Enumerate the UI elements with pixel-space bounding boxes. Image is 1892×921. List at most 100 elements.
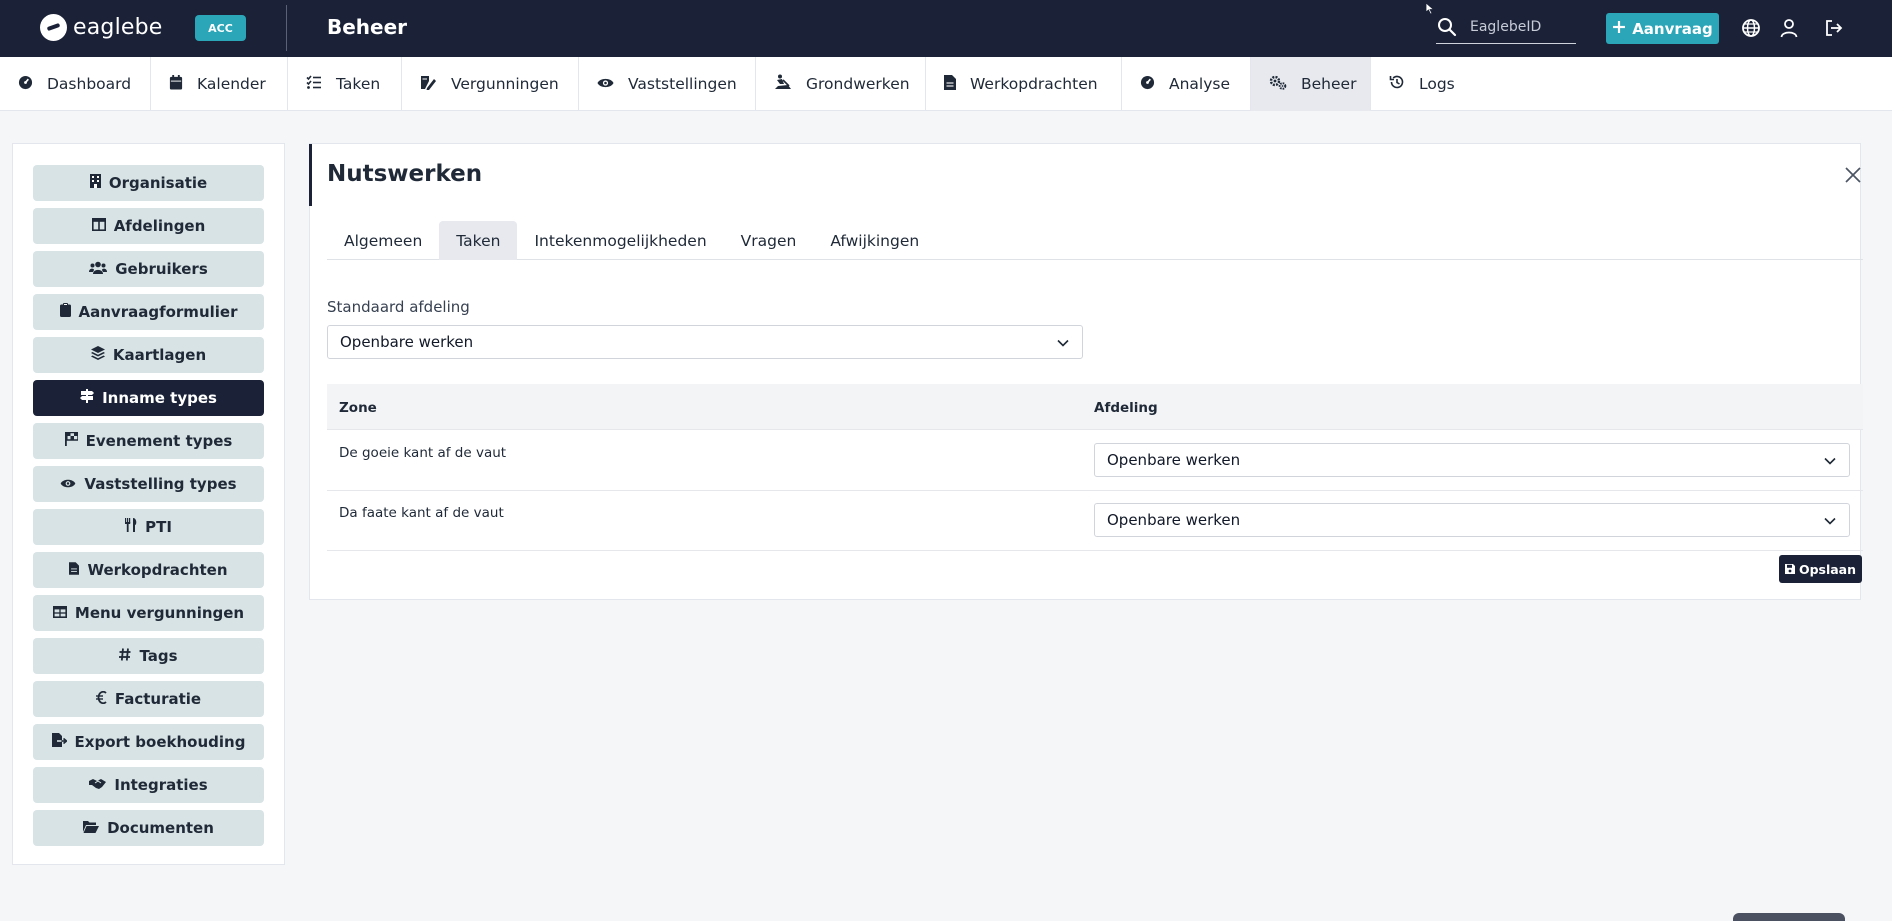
- nav-label: Grondwerken: [806, 75, 910, 93]
- dashboard-icon: [18, 75, 33, 94]
- zone-cell: De goeie kant af de vaut: [339, 445, 507, 461]
- panel-accent-bar: [309, 144, 312, 206]
- new-request-button[interactable]: Aanvraag: [1606, 13, 1719, 44]
- topbar-divider: [286, 5, 287, 51]
- brand-logo[interactable]: eaglebe: [40, 14, 163, 41]
- tab-vragen[interactable]: Vragen: [724, 221, 814, 260]
- save-button[interactable]: Opslaan: [1779, 555, 1862, 583]
- calendar-icon: [169, 74, 183, 94]
- nav-vaststellingen[interactable]: Vaststellingen: [579, 57, 756, 111]
- sidebar-item-evenement-types[interactable]: Evenement types: [33, 423, 264, 459]
- page-title: Beheer: [327, 15, 408, 39]
- logout-icon[interactable]: [1822, 16, 1846, 40]
- nav-kalender[interactable]: Kalender: [151, 57, 288, 111]
- sidebar-item-afdelingen[interactable]: Afdelingen: [33, 208, 264, 244]
- close-icon[interactable]: [1842, 164, 1864, 186]
- nav-label: Analyse: [1169, 75, 1231, 93]
- utensils-icon: [125, 518, 137, 536]
- signs-icon: [80, 389, 95, 407]
- sidebar-item-tags[interactable]: Tags: [33, 638, 264, 674]
- nav-vergunningen[interactable]: Vergunningen: [402, 57, 579, 111]
- chevron-down-icon: [1056, 336, 1070, 350]
- sidebar-item-label: Gebruikers: [115, 260, 208, 278]
- tasks-icon: [306, 74, 322, 94]
- permit-icon: [420, 75, 437, 94]
- mouse-cursor-icon: [1425, 0, 1438, 15]
- default-department-select[interactable]: Openbare werken: [327, 325, 1083, 359]
- document-icon: [944, 74, 956, 94]
- cogs-icon: [1269, 75, 1287, 94]
- tab-taken[interactable]: Taken: [439, 221, 518, 260]
- sidebar-item-label: Tags: [139, 647, 178, 665]
- tab-afwijkingen[interactable]: Afwijkingen: [813, 221, 936, 260]
- search-icon[interactable]: [1436, 16, 1458, 38]
- nav-werkopdrachten[interactable]: Werkopdrachten: [926, 57, 1122, 111]
- users-icon: [89, 260, 108, 278]
- bottom-floating-tab[interactable]: [1733, 913, 1845, 921]
- chevron-down-icon: [1823, 514, 1837, 528]
- user-icon[interactable]: [1777, 16, 1801, 40]
- sidebar-item-organisatie[interactable]: Organisatie: [33, 165, 264, 201]
- table-header: Zone Afdeling: [327, 384, 1863, 430]
- detail-panel: Nutswerken Algemeen Taken Intekenmogelij…: [309, 143, 1864, 600]
- nav-beheer[interactable]: Beheer: [1251, 57, 1371, 111]
- sidebar-item-label: Werkopdrachten: [87, 561, 228, 579]
- sidebar-item-label: Kaartlagen: [112, 346, 207, 364]
- top-bar: eaglebe ACC Beheer Aanvraag: [0, 0, 1892, 57]
- sidebar-item-inname-types[interactable]: Inname types: [33, 380, 264, 416]
- table-icon: [52, 604, 67, 622]
- sidebar-item-facturatie[interactable]: Facturatie: [33, 681, 264, 717]
- search-input[interactable]: [1470, 18, 1570, 35]
- sidebar-item-documenten[interactable]: Documenten: [33, 810, 264, 846]
- sidebar-item-kaartlagen[interactable]: Kaartlagen: [33, 337, 264, 373]
- folder-open-icon: [83, 819, 100, 837]
- environment-badge: ACC: [195, 15, 246, 41]
- file-export-icon: [51, 733, 68, 751]
- sidebar-item-vaststelling-types[interactable]: Vaststelling types: [33, 466, 264, 502]
- nav-analyse[interactable]: Analyse: [1122, 57, 1251, 111]
- main-nav: Dashboard Kalender Taken Vergunningen Va…: [0, 57, 1892, 111]
- nav-label: Beheer: [1301, 75, 1357, 93]
- eye-icon: [60, 475, 76, 493]
- brand-name: eaglebe: [73, 15, 163, 40]
- logo-icon: [40, 14, 67, 41]
- sidebar-item-gebruikers[interactable]: Gebruikers: [33, 251, 264, 287]
- euro-icon: [95, 690, 107, 708]
- sidebar-item-integraties[interactable]: Integraties: [33, 767, 264, 803]
- tab-algemeen[interactable]: Algemeen: [327, 221, 439, 260]
- clipboard-icon: [59, 303, 71, 321]
- sidebar-item-label: Evenement types: [85, 432, 233, 450]
- sidebar-item-label: Facturatie: [114, 690, 202, 708]
- search-box[interactable]: [1436, 10, 1576, 44]
- globe-icon[interactable]: [1739, 16, 1763, 40]
- chevron-down-icon: [1823, 454, 1837, 468]
- select-value: Openbare werken: [340, 333, 474, 351]
- sidebar-item-pti[interactable]: PTI: [33, 509, 264, 545]
- table-row: Da faate kant af de vaut Openbare werken: [327, 491, 1863, 551]
- nav-label: Vaststellingen: [628, 75, 737, 93]
- nav-dashboard[interactable]: Dashboard: [0, 57, 151, 111]
- table-row: De goeie kant af de vaut Openbare werken: [327, 431, 1863, 491]
- nav-label: Vergunningen: [451, 75, 559, 93]
- columns-icon: [91, 217, 106, 235]
- department-select[interactable]: Openbare werken: [1094, 503, 1850, 537]
- handshake-icon: [89, 776, 107, 794]
- sidebar-item-label: Integraties: [114, 776, 208, 794]
- zone-cell: Da faate kant af de vaut: [339, 505, 504, 521]
- tab-intekenmogelijkheden[interactable]: Intekenmogelijkheden: [517, 221, 723, 260]
- column-header-afdeling: Afdeling: [1094, 400, 1158, 416]
- sidebar-item-aanvraagformulier[interactable]: Aanvraagformulier: [33, 294, 264, 330]
- save-label: Opslaan: [1798, 561, 1857, 577]
- nav-grondwerken[interactable]: Grondwerken: [756, 57, 926, 111]
- nav-label: Taken: [336, 75, 381, 93]
- sidebar-item-werkopdrachten[interactable]: Werkopdrachten: [33, 552, 264, 588]
- sidebar-item-menu-vergunningen[interactable]: Menu vergunningen: [33, 595, 264, 631]
- department-select[interactable]: Openbare werken: [1094, 443, 1850, 477]
- sidebar-item-export-boekhouding[interactable]: Export boekhouding: [33, 724, 264, 760]
- layers-icon: [90, 346, 105, 364]
- sidebar-item-label: Documenten: [107, 819, 214, 837]
- nav-logs[interactable]: Logs: [1371, 57, 1469, 111]
- sidebar-item-label: Organisatie: [108, 174, 208, 192]
- nav-label: Logs: [1419, 75, 1455, 93]
- nav-taken[interactable]: Taken: [288, 57, 402, 111]
